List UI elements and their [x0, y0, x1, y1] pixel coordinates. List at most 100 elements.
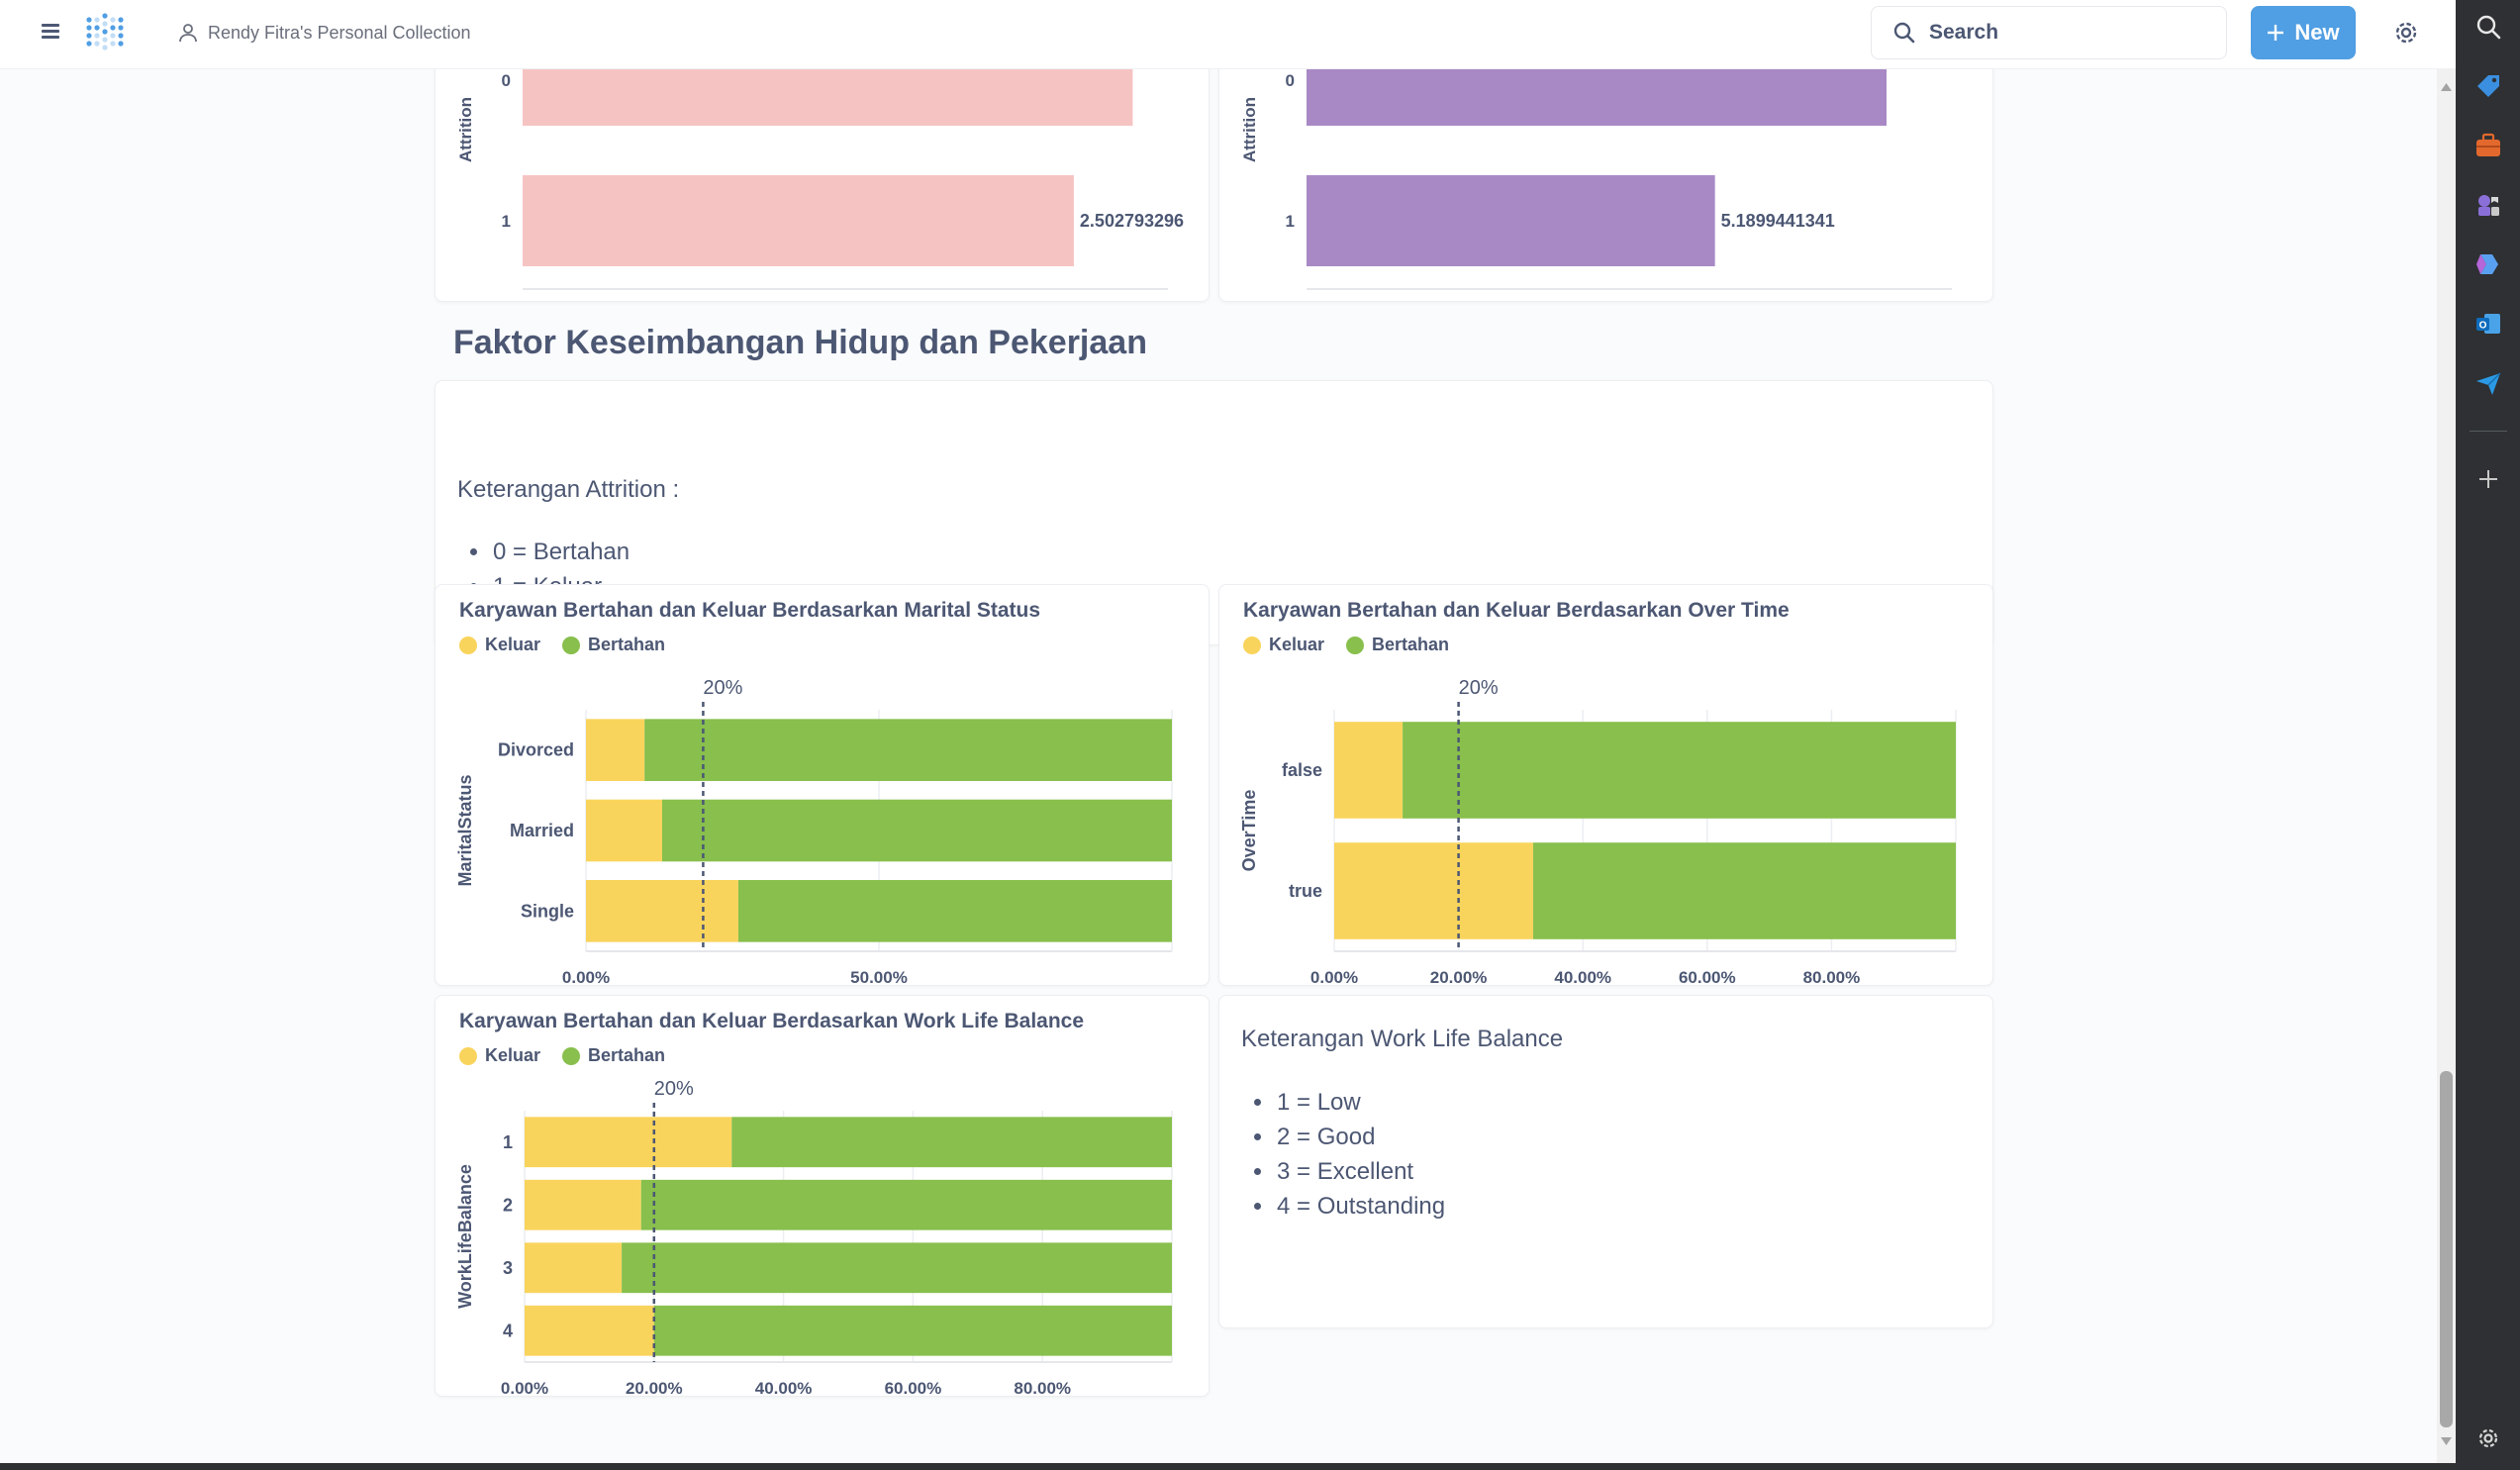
- scroll-down-arrow-icon[interactable]: [2440, 1435, 2453, 1447]
- y-axis-label: WorkLifeBalance: [455, 1164, 475, 1309]
- y-tick-label: 1: [503, 1132, 513, 1152]
- chart-title: Karyawan Bertahan dan Keluar Berdasarkan…: [459, 599, 1041, 622]
- new-button-label: New: [2294, 20, 2340, 45]
- search-placeholder: Search: [1929, 21, 1999, 44]
- y-tick-label: Married: [510, 821, 574, 840]
- chart-title: Karyawan Bertahan dan Keluar Berdasarkan…: [459, 1010, 1085, 1032]
- y-tick-label: true: [1289, 881, 1322, 901]
- add-icon[interactable]: [2472, 462, 2505, 496]
- legend-item-keluar[interactable]: Keluar: [1243, 635, 1324, 655]
- legend-label: Bertahan: [588, 635, 666, 654]
- new-button[interactable]: New: [2251, 6, 2356, 59]
- copilot-icon[interactable]: [2472, 247, 2505, 281]
- legend-item-bertahan[interactable]: Bertahan: [1346, 635, 1449, 655]
- attrition-note-item: 0 = Bertahan: [491, 535, 630, 569]
- legend-item-keluar[interactable]: Keluar: [459, 635, 540, 655]
- y-tick-label: 0: [1286, 71, 1295, 90]
- work-life-note-item: 2 = Good: [1275, 1120, 1445, 1154]
- x-tick-label: 0.00%: [562, 968, 610, 987]
- bar-segment-keluar: [525, 1179, 641, 1230]
- y-tick-label: 0: [502, 71, 511, 90]
- collection-name: Rendy Fitra's Personal Collection: [208, 22, 471, 43]
- tag-icon[interactable]: [2472, 69, 2505, 103]
- bar-segment-bertahan: [653, 1305, 1172, 1356]
- edge-sidebar: O: [2456, 0, 2520, 1470]
- y-tick-label: 3: [503, 1258, 513, 1278]
- scroll-up-arrow-icon[interactable]: [2440, 81, 2453, 93]
- legend-label: Keluar: [1269, 635, 1325, 654]
- legend-label: Keluar: [485, 635, 541, 654]
- y-tick-label: 1: [502, 212, 511, 231]
- bar-segment-bertahan: [1403, 722, 1956, 819]
- y-axis-label: Attrition: [1240, 97, 1259, 162]
- x-tick-label: 20.00%: [1430, 968, 1488, 987]
- bottom-edge: [0, 1463, 2456, 1470]
- bar: [1307, 69, 1888, 126]
- y-axis-label: MaritalStatus: [455, 774, 475, 886]
- bar-segment-bertahan: [661, 799, 1172, 862]
- bar-value-label: 2.502793296: [1080, 211, 1184, 231]
- collection-breadcrumb[interactable]: Rendy Fitra's Personal Collection: [178, 18, 471, 48]
- bar-segment-keluar: [586, 880, 738, 942]
- outlook-icon[interactable]: O: [2472, 307, 2505, 341]
- bar-segment-keluar: [1334, 722, 1404, 819]
- chart-title: Karyawan Bertahan dan Keluar Berdasarkan…: [1243, 599, 1790, 622]
- x-tick-label: 0.00%: [1310, 968, 1358, 987]
- reference-line-label: 20%: [703, 677, 742, 699]
- job-involvement-chart: 012.502793296012Average of JobInvolvemen…: [456, 69, 1184, 290]
- search-bar[interactable]: Search: [1871, 6, 2227, 59]
- chart-legend: Keluar Bertahan: [459, 635, 665, 655]
- scrollbar-thumb[interactable]: [2440, 1071, 2453, 1427]
- x-tick-label: 80.00%: [1014, 1379, 1071, 1398]
- bar-segment-bertahan: [731, 1117, 1172, 1168]
- x-tick-label: 60.00%: [885, 1379, 942, 1398]
- metabase-logo[interactable]: [81, 10, 125, 53]
- bar-segment-keluar: [586, 719, 645, 781]
- bar-segment-bertahan: [622, 1242, 1172, 1294]
- bar: [523, 69, 1133, 126]
- bar-value-label: 5.1899441341: [1721, 211, 1835, 231]
- x-tick-label: 0.00%: [501, 1379, 548, 1398]
- legend-item-keluar[interactable]: Keluar: [459, 1045, 540, 1066]
- work-life-note-title: Keterangan Work Life Balance: [1241, 1026, 1564, 1052]
- card-years-at-company: 015.189944134105Average of YearsAtCompan…: [1218, 69, 1993, 302]
- bar-segment-bertahan: [644, 719, 1172, 781]
- bar-segment-keluar: [525, 1117, 732, 1168]
- send-icon[interactable]: [2472, 366, 2505, 400]
- x-tick-label: 50.00%: [850, 968, 908, 987]
- settings-icon[interactable]: [2472, 1421, 2505, 1455]
- work-life-note-item: 1 = Low: [1275, 1085, 1445, 1120]
- bar-segment-keluar: [525, 1242, 623, 1294]
- y-axis-label: OverTime: [1239, 790, 1259, 872]
- y-tick-label: Divorced: [498, 740, 574, 760]
- vertical-scrollbar[interactable]: [2437, 69, 2456, 1463]
- menu-icon[interactable]: [38, 18, 65, 46]
- bar-segment-keluar: [586, 799, 662, 862]
- search-icon[interactable]: [2472, 10, 2505, 44]
- legend-item-bertahan[interactable]: Bertahan: [562, 635, 665, 655]
- work-life-balance-chart: 12340.00% 20.00% 40.00% 60.00% 80.00%20%Work…: [455, 1078, 1173, 1398]
- top-navigation-bar: Rendy Fitra's Personal Collection Search…: [0, 0, 2456, 69]
- briefcase-icon[interactable]: [2472, 129, 2505, 162]
- settings-gear-icon[interactable]: [2389, 16, 2423, 49]
- legend-label: Bertahan: [588, 1045, 666, 1065]
- x-tick-label: 40.00%: [755, 1379, 813, 1398]
- games-icon[interactable]: [2472, 188, 2505, 222]
- chart-legend: Keluar Bertahan: [459, 1045, 665, 1066]
- y-axis-label: Attrition: [456, 97, 475, 162]
- x-tick-label: 80.00%: [1803, 968, 1861, 987]
- card-work-life-balance: Karyawan Bertahan dan Keluar Berdasarkan…: [435, 995, 1210, 1398]
- section-heading: Faktor Keseimbangan Hidup dan Pekerjaan: [453, 324, 1147, 361]
- bar-segment-keluar: [525, 1305, 654, 1356]
- person-icon: [179, 24, 197, 43]
- y-tick-label: false: [1282, 760, 1322, 780]
- bar-segment-bertahan: [640, 1179, 1172, 1230]
- bar-segment-keluar: [1334, 842, 1533, 939]
- reference-line-label: 20%: [1459, 677, 1499, 699]
- y-tick-label: 1: [1286, 212, 1295, 231]
- x-tick-label: 60.00%: [1679, 968, 1736, 987]
- bar-segment-bertahan: [737, 880, 1172, 942]
- legend-item-bertahan[interactable]: Bertahan: [562, 1045, 665, 1066]
- bar-segment-bertahan: [1532, 842, 1956, 939]
- y-tick-label: 4: [503, 1321, 513, 1340]
